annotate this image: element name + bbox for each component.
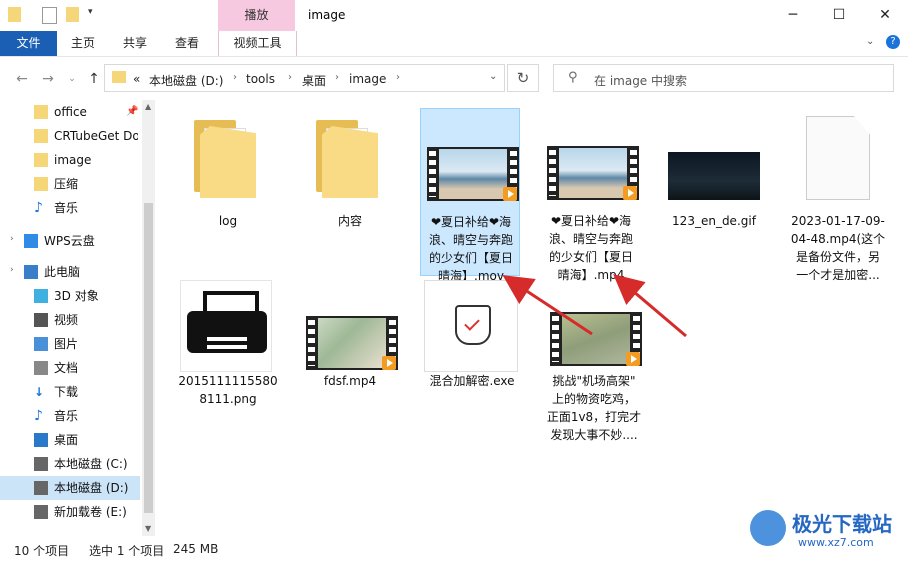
selection-size: 245 MB [173,542,219,556]
watermark-text: 极光下载站 [792,512,892,536]
watermark-url: www.xz7.com [798,536,874,549]
logo-icon [750,510,786,546]
arrow-to-mov [502,275,593,336]
annotation-arrows [502,274,687,338]
selection-count: 选中 1 个项目 [89,544,165,558]
arrow-to-mp4 [613,274,687,338]
item-count: 10 个项目 [14,544,70,558]
watermark-logo: 极光下载站 www.xz7.com [748,506,908,556]
